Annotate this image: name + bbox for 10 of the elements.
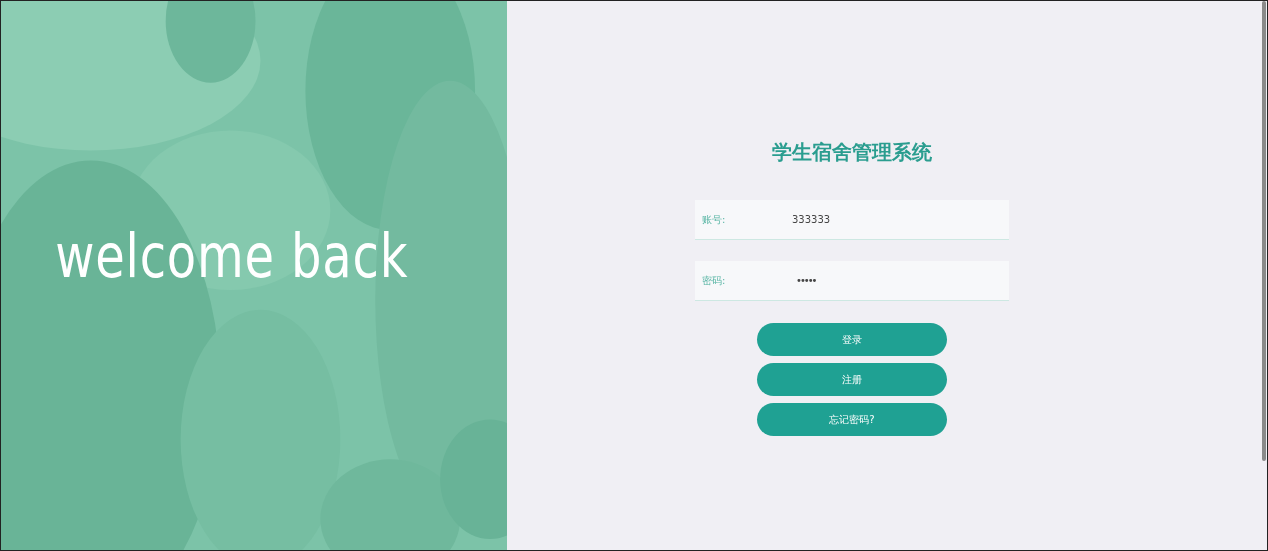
welcome-heading: welcome back bbox=[54, 220, 409, 291]
field-label: 账号: bbox=[702, 212, 727, 227]
app-title: 学生宿舍管理系统 bbox=[772, 139, 932, 166]
form-button[interactable]: 忘记密码? bbox=[757, 403, 947, 436]
input-field[interactable]: 333333 bbox=[790, 213, 944, 226]
form-button[interactable]: 登录 bbox=[757, 323, 947, 356]
scrollbar[interactable] bbox=[1262, 1, 1266, 461]
field-label: 密码: bbox=[702, 273, 727, 288]
input-field[interactable]: ••••• bbox=[794, 274, 948, 287]
form-button[interactable]: 注册 bbox=[757, 363, 947, 396]
